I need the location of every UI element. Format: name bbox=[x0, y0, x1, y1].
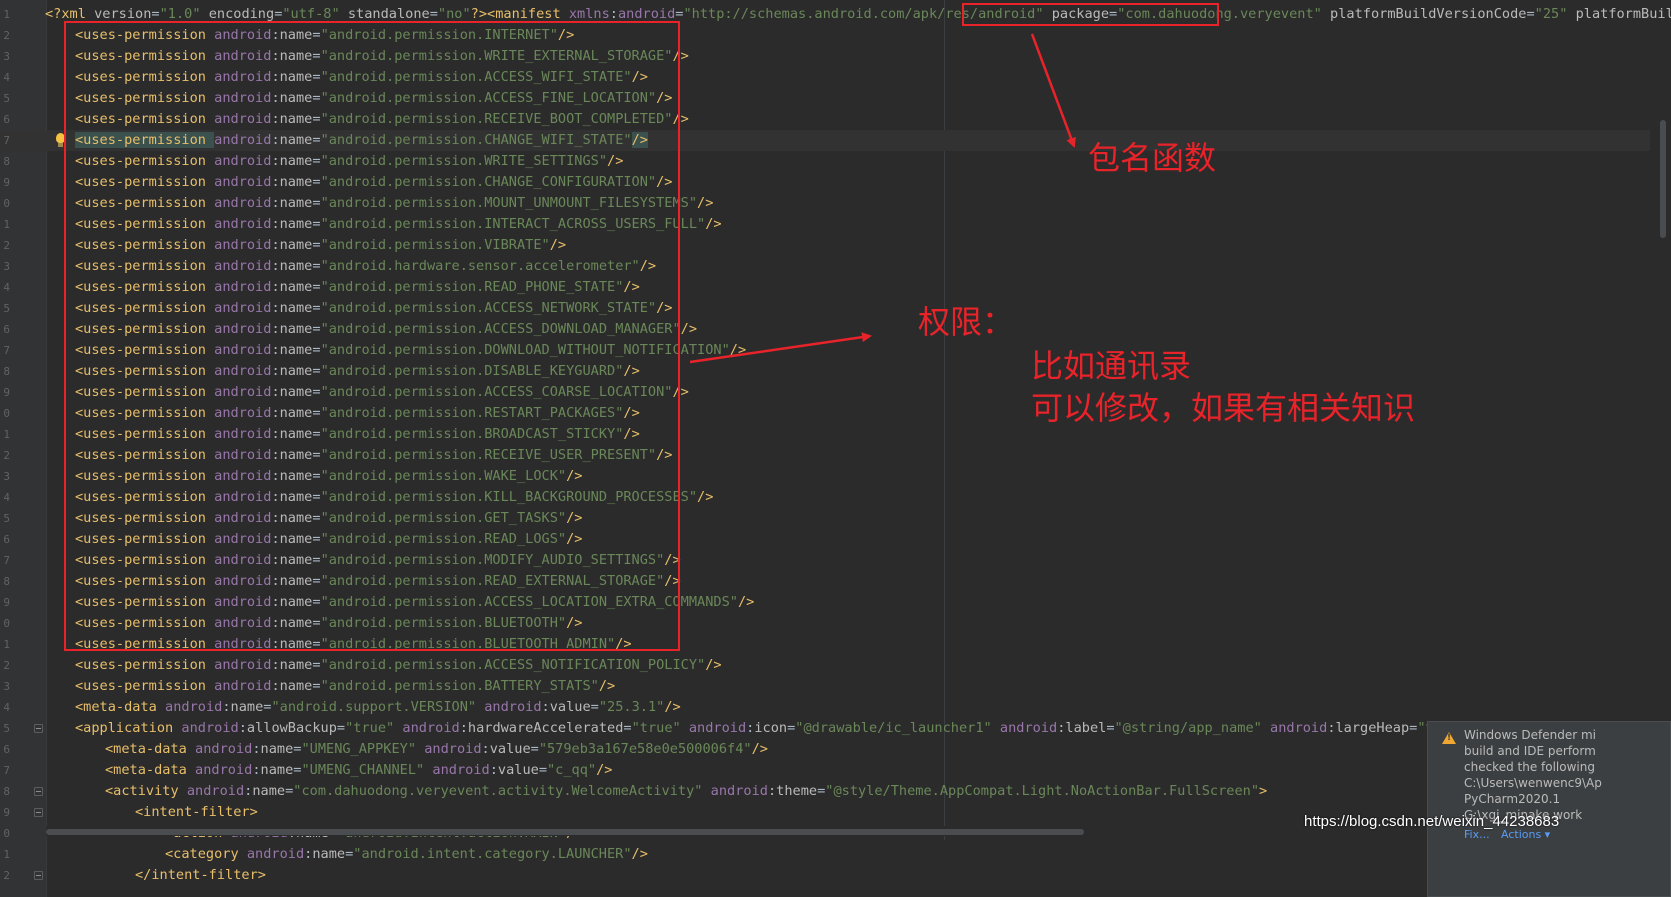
permission-note-annotation: 可以修改，如果有相关知识 bbox=[1031, 389, 1416, 427]
permission-example-annotation: 比如通讯录 bbox=[1031, 347, 1192, 385]
notification-text-line: build and IDE perform bbox=[1464, 744, 1596, 758]
notification-text-line: PyCharm2020.1 bbox=[1464, 792, 1561, 806]
permission-arrow bbox=[689, 332, 872, 364]
warning-icon bbox=[1442, 732, 1456, 744]
annotation-arrows bbox=[689, 33, 1076, 364]
notification-text-line: Windows Defender mi bbox=[1464, 728, 1596, 742]
notification-text-line: checked the following bbox=[1464, 760, 1595, 774]
defender-notification-balloon[interactable]: Windows Defender mi build and IDE perfor… bbox=[1427, 721, 1671, 897]
package-annotation: 包名函数 bbox=[1088, 139, 1217, 177]
watermark: https://blog.csdn.net/weixin_44238683 bbox=[1304, 813, 1560, 830]
notification-text-line: C:\Users\wenwenc9\Ap bbox=[1464, 776, 1602, 790]
package-arrow bbox=[1030, 33, 1076, 148]
permission-annotation: 权限： bbox=[918, 303, 1015, 341]
